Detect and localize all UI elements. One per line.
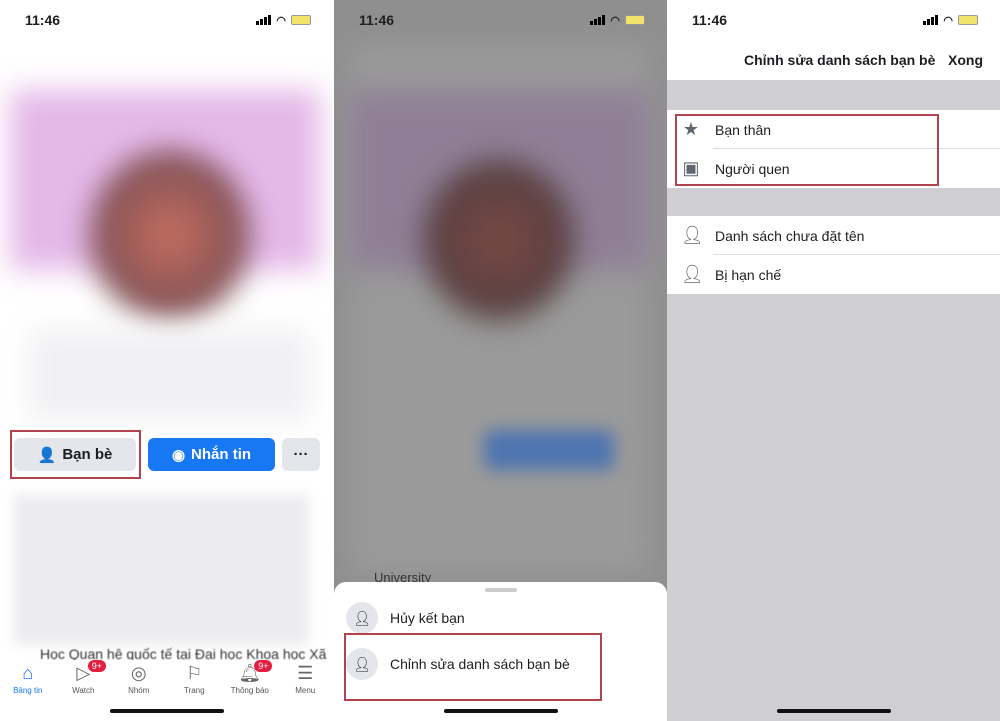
page-title: Chỉnh sửa danh sách bạn bè bbox=[744, 52, 936, 68]
clock: 11:46 bbox=[692, 12, 728, 28]
status-bar: 11:46 ◠ bbox=[0, 0, 333, 40]
badge: 9+ bbox=[87, 660, 106, 672]
nav-item-pages[interactable]: ⚐ Trang bbox=[167, 660, 223, 700]
nav-label: Thông báo bbox=[230, 686, 269, 695]
clock: 11:46 bbox=[359, 12, 395, 28]
signal-icon bbox=[923, 15, 939, 25]
list-label: Bị hạn chế bbox=[715, 266, 782, 283]
list-item-unnamed[interactable]: 👤︎ Danh sách chưa đặt tên bbox=[667, 216, 1000, 255]
sheet-handle[interactable] bbox=[484, 588, 517, 592]
nav-label: Bảng tin bbox=[13, 686, 43, 695]
nav-item-watch[interactable]: ▷ 9+ Watch bbox=[56, 660, 112, 700]
blurred-avatar bbox=[424, 160, 574, 320]
highlight-box bbox=[344, 633, 602, 701]
nav-item-menu[interactable]: ☰ Menu bbox=[278, 660, 334, 700]
highlight-box bbox=[675, 114, 939, 186]
option-label: Hủy kết bạn bbox=[390, 610, 465, 626]
highlight-box bbox=[10, 430, 141, 479]
menu-icon: ☰ bbox=[297, 663, 314, 683]
battery-icon bbox=[291, 15, 311, 25]
list-group-2: 👤︎ Danh sách chưa đặt tên 👤︎ Bị hạn chế bbox=[667, 216, 1000, 294]
battery-icon bbox=[958, 15, 978, 25]
profile-picture[interactable] bbox=[90, 150, 250, 320]
list-label: Danh sách chưa đặt tên bbox=[715, 227, 865, 244]
person-list-icon: 👤︎ bbox=[681, 225, 704, 245]
clock: 11:46 bbox=[25, 12, 61, 28]
list-item-restricted[interactable]: 👤︎ Bị hạn chế bbox=[667, 255, 1000, 294]
nav-label: Nhóm bbox=[128, 686, 150, 695]
wifi-icon: ◠ bbox=[276, 14, 286, 27]
nav-item-notifications[interactable]: 🔔︎ 9+ Thông báo bbox=[222, 660, 278, 700]
nav-label: Trang bbox=[183, 686, 205, 695]
blurred-post bbox=[14, 495, 309, 645]
friend-options-screen: 11:46 ◠ University 👤︎ Hủy kết bạn 👤︎ Chỉnh… bbox=[334, 0, 667, 721]
blurred-info bbox=[30, 330, 310, 420]
battery-icon bbox=[625, 15, 645, 25]
profile-screen: 11:46 ◠ 👤 Bạn bè ◉ Nhắn tin ··· Học Quan h… bbox=[0, 0, 333, 721]
nav-label: Menu bbox=[295, 686, 316, 695]
messenger-icon: ◉ bbox=[171, 446, 186, 464]
unfriend-option[interactable]: 👤︎ Hủy kết bạn bbox=[346, 602, 465, 634]
status-bar: 11:46 ◠ bbox=[334, 0, 667, 40]
restricted-icon: 👤︎ bbox=[681, 264, 704, 284]
done-button[interactable]: Xong bbox=[948, 52, 983, 68]
status-bar: 11:46 ◠ bbox=[667, 0, 1000, 40]
message-button[interactable]: ◉ Nhắn tin bbox=[148, 438, 275, 471]
message-label: Nhắn tin bbox=[191, 446, 252, 463]
signal-icon bbox=[256, 15, 272, 25]
home-indicator bbox=[443, 709, 558, 713]
nav-label: Watch bbox=[72, 686, 95, 695]
home-indicator bbox=[109, 709, 224, 713]
bottom-nav: ⌂ Bảng tin ▷ 9+ Watch ◎ Nhóm ⚐ Trang 🔔︎ 9+ Thôn… bbox=[0, 660, 333, 700]
home-indicator bbox=[776, 709, 891, 713]
badge: 9+ bbox=[254, 660, 273, 672]
wifi-icon: ◠ bbox=[610, 14, 620, 27]
nav-item-news-feed[interactable]: ⌂ Bảng tin bbox=[0, 660, 56, 700]
home-icon: ⌂ bbox=[22, 663, 34, 683]
unfriend-icon: 👤︎ bbox=[346, 602, 378, 634]
groups-icon: ◎ bbox=[130, 663, 147, 683]
edit-friend-lists-screen: 11:46 ◠ Chỉnh sửa danh sách bạn bè Xong … bbox=[667, 0, 1000, 721]
nav-item-groups[interactable]: ◎ Nhóm bbox=[111, 660, 167, 700]
wifi-icon: ◠ bbox=[943, 14, 953, 27]
flag-icon: ⚐ bbox=[186, 663, 203, 683]
more-icon: ··· bbox=[293, 446, 309, 463]
more-button[interactable]: ··· bbox=[282, 438, 320, 471]
blurred-button bbox=[484, 430, 614, 470]
signal-icon bbox=[590, 15, 606, 25]
